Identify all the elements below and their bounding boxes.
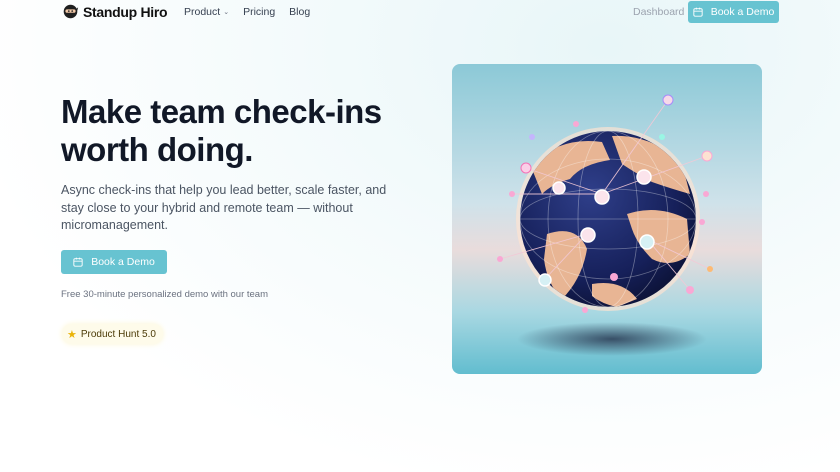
nav-links: Product ⌄ Pricing Blog: [184, 6, 310, 18]
nav-pricing[interactable]: Pricing: [243, 6, 275, 18]
product-hunt-label: Product Hunt 5.0: [80, 328, 156, 340]
dashboard-link[interactable]: Dashboard: [633, 6, 684, 18]
book-demo-hero-label: Book a Demo: [91, 256, 155, 268]
calendar-icon: [693, 7, 703, 17]
star-icon: ★: [67, 328, 77, 341]
hero-title-line-2: worth doing.: [61, 131, 253, 168]
hero-title-line-1: Make team check-ins: [61, 93, 382, 130]
globe-illustration: [497, 94, 713, 356]
book-demo-hero-button[interactable]: Book a Demo: [61, 250, 167, 274]
nav-blog[interactable]: Blog: [289, 6, 310, 18]
nav-pricing-label: Pricing: [243, 6, 276, 18]
calendar-icon: [73, 257, 83, 267]
book-demo-nav-button[interactable]: Book a Demo: [688, 1, 779, 23]
top-nav: Standup Hiro Product ⌄ Pricing Blog Dash…: [0, 0, 840, 24]
hero-title: Make team check-ins worth doing.: [61, 93, 421, 169]
product-hunt-badge[interactable]: ★ Product Hunt 5.0: [62, 324, 163, 344]
brand-name: Standup Hiro: [83, 3, 168, 20]
brand-logo[interactable]: Standup Hiro: [62, 3, 168, 20]
nav-product[interactable]: Product ⌄: [184, 6, 229, 18]
chevron-down-icon: ⌄: [223, 9, 230, 16]
nav-product-label: Product: [184, 6, 221, 18]
hero-globe-image: [452, 64, 762, 374]
hero-subtitle: Async check-ins that help you lead bette…: [61, 183, 387, 232]
globe-shadow: [517, 322, 707, 356]
book-demo-nav-label: Book a Demo: [710, 6, 775, 18]
demo-note: Free 30-minute personalized demo with ou…: [61, 289, 268, 300]
ninja-logo-icon: [63, 4, 79, 19]
nav-blog-label: Blog: [289, 6, 311, 18]
